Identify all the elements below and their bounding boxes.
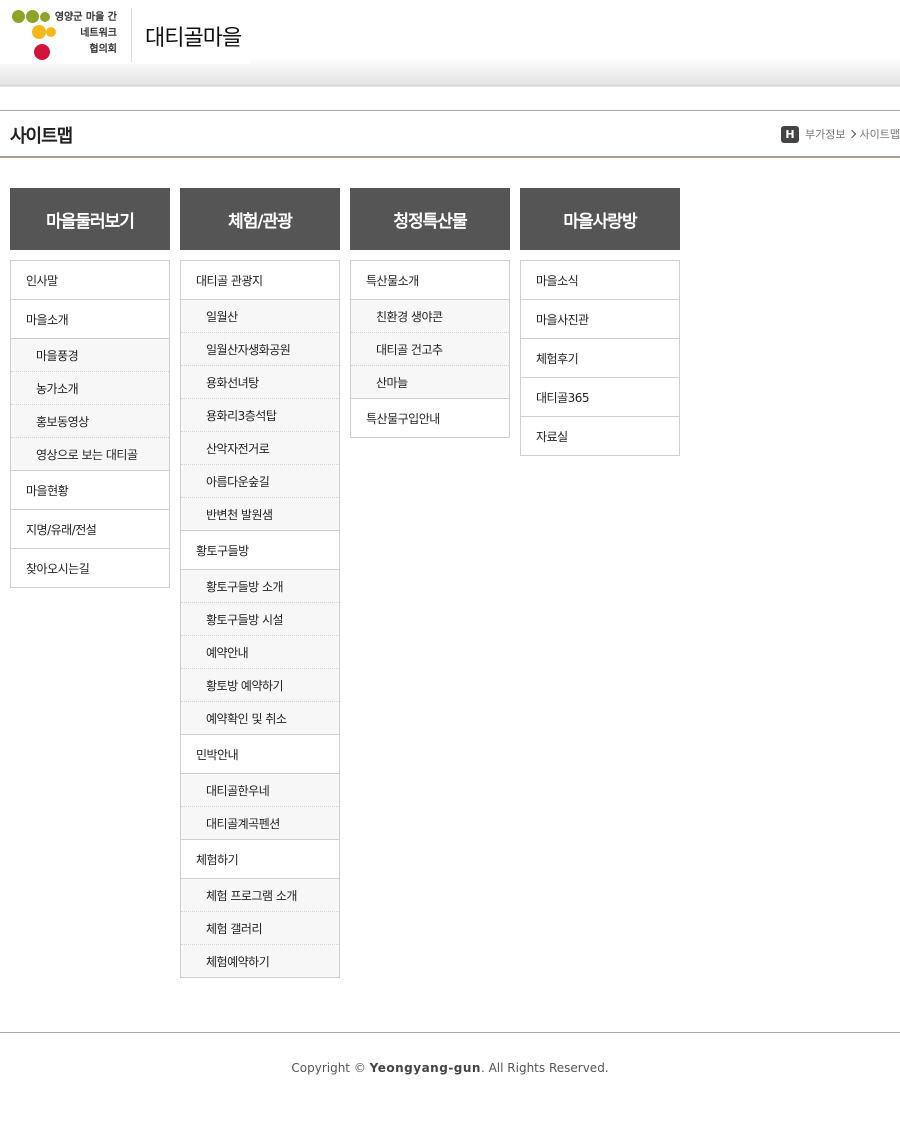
column-title[interactable]: 마을둘러보기 <box>10 188 170 250</box>
menu-item[interactable]: 특산물소개 <box>351 261 509 300</box>
menu-item[interactable]: 인사말 <box>11 261 169 300</box>
copyright: Copyright © Yeongyang-gun. All Rights Re… <box>291 1061 609 1075</box>
breadcrumb-item-sitemap[interactable]: 사이트맵 <box>860 126 900 142</box>
submenu-item[interactable]: 황토방 예약하기 <box>181 669 339 702</box>
submenu-item[interactable]: 용화선녀탕 <box>181 366 339 399</box>
menu-list: 마을소식 마을사진관 체험후기 대티골365 자료실 <box>520 260 680 456</box>
menu-item[interactable]: 마을소식 <box>521 261 679 300</box>
submenu-item[interactable]: 반변천 발원샘 <box>181 498 339 531</box>
submenu-item[interactable]: 친환경 생야콘 <box>351 300 509 333</box>
submenu-item[interactable]: 체험예약하기 <box>181 945 339 978</box>
menu-item[interactable]: 찾아오시는길 <box>11 549 169 588</box>
submenu-item[interactable]: 대티골 건고추 <box>351 333 509 366</box>
menu-item[interactable]: 대티골 관광지 <box>181 261 339 300</box>
logo-divider <box>131 8 132 62</box>
menu-item[interactable]: 특산물구입안내 <box>351 399 509 438</box>
home-icon[interactable]: H <box>781 125 800 143</box>
submenu-item[interactable]: 예약안내 <box>181 636 339 669</box>
menu-item[interactable]: 마을소개 <box>11 300 169 339</box>
menu-item[interactable]: 황토구들방 <box>181 531 339 570</box>
column-title[interactable]: 청정특산물 <box>350 188 510 250</box>
copyright-brand: Yeongyang-gun <box>369 1061 481 1075</box>
site-header: 영양군 마을 간 네트워크 협의회 대티골마을 <box>0 0 900 90</box>
submenu-item[interactable]: 대티골한우네 <box>181 774 339 807</box>
menu-item[interactable]: 체험하기 <box>181 840 339 879</box>
submenu-item[interactable]: 영상으로 보는 대티골 <box>11 438 169 471</box>
submenu-item[interactable]: 황토구들방 소개 <box>181 570 339 603</box>
submenu-item[interactable]: 산마늘 <box>351 366 509 399</box>
chevron-right-icon <box>847 129 856 139</box>
breadcrumb-item-extra-info[interactable]: 부가정보 <box>805 126 845 142</box>
sitemap-column-experience-tourism: 체험/관광 대티골 관광지 일월산 일월산자생화공원 용화선녀탕 용화리3층석탑… <box>180 188 340 978</box>
submenu-item[interactable]: 용화리3층석탑 <box>181 399 339 432</box>
menu-list: 인사말 마을소개 마을풍경 농가소개 홍보동영상 영상으로 보는 대티골 마을현… <box>10 260 170 588</box>
village-name[interactable]: 대티골마을 <box>145 20 242 52</box>
sitemap-column-specialty-products: 청정특산물 특산물소개 친환경 생야콘 대티골 건고추 산마늘 특산물구입안내 <box>350 188 510 978</box>
menu-item[interactable]: 마을사진관 <box>521 300 679 339</box>
menu-item[interactable]: 지명/유래/전설 <box>11 510 169 549</box>
column-title[interactable]: 체험/관광 <box>180 188 340 250</box>
page-title-bar: 사이트맵 H 부가정보 사이트맵 <box>0 110 900 158</box>
site-footer: Copyright © Yeongyang-gun. All Rights Re… <box>0 1032 900 1134</box>
submenu-item[interactable]: 아름다운숲길 <box>181 465 339 498</box>
submenu-item[interactable]: 농가소개 <box>11 372 169 405</box>
submenu-item[interactable]: 일월산자생화공원 <box>181 333 339 366</box>
logo-text: 영양군 마을 간 네트워크 협의회 <box>54 12 117 55</box>
breadcrumb: H 부가정보 사이트맵 <box>781 125 900 143</box>
submenu-item[interactable]: 체험 프로그램 소개 <box>181 879 339 912</box>
submenu-item[interactable]: 대티골계곡펜션 <box>181 807 339 840</box>
submenu-item[interactable]: 황토구들방 시설 <box>181 603 339 636</box>
submenu-item[interactable]: 홍보동영상 <box>11 405 169 438</box>
menu-item[interactable]: 자료실 <box>521 417 679 456</box>
sitemap-column-village-tour: 마을둘러보기 인사말 마을소개 마을풍경 농가소개 홍보동영상 영상으로 보는 … <box>10 188 170 978</box>
logo[interactable]: 영양군 마을 간 네트워크 협의회 대티골마을 <box>0 0 250 64</box>
menu-item[interactable]: 대티골365 <box>521 378 679 417</box>
page-title: 사이트맵 <box>10 126 73 147</box>
menu-item[interactable]: 민박안내 <box>181 735 339 774</box>
logo-mark-icon <box>10 8 56 64</box>
menu-list: 특산물소개 친환경 생야콘 대티골 건고추 산마늘 특산물구입안내 <box>350 260 510 438</box>
sitemap: 마을둘러보기 인사말 마을소개 마을풍경 농가소개 홍보동영상 영상으로 보는 … <box>10 188 680 978</box>
menu-item[interactable]: 체험후기 <box>521 339 679 378</box>
submenu-item[interactable]: 체험 갤러리 <box>181 912 339 945</box>
submenu-item[interactable]: 산악자전거로 <box>181 432 339 465</box>
menu-list: 대티골 관광지 일월산 일월산자생화공원 용화선녀탕 용화리3층석탑 산악자전거… <box>180 260 340 978</box>
submenu-item[interactable]: 마을풍경 <box>11 339 169 372</box>
sitemap-column-village-lounge: 마을사랑방 마을소식 마을사진관 체험후기 대티골365 자료실 <box>520 188 680 978</box>
column-title[interactable]: 마을사랑방 <box>520 188 680 250</box>
submenu-item[interactable]: 예약확인 및 취소 <box>181 702 339 735</box>
submenu-item[interactable]: 일월산 <box>181 300 339 333</box>
menu-item[interactable]: 마을현황 <box>11 471 169 510</box>
